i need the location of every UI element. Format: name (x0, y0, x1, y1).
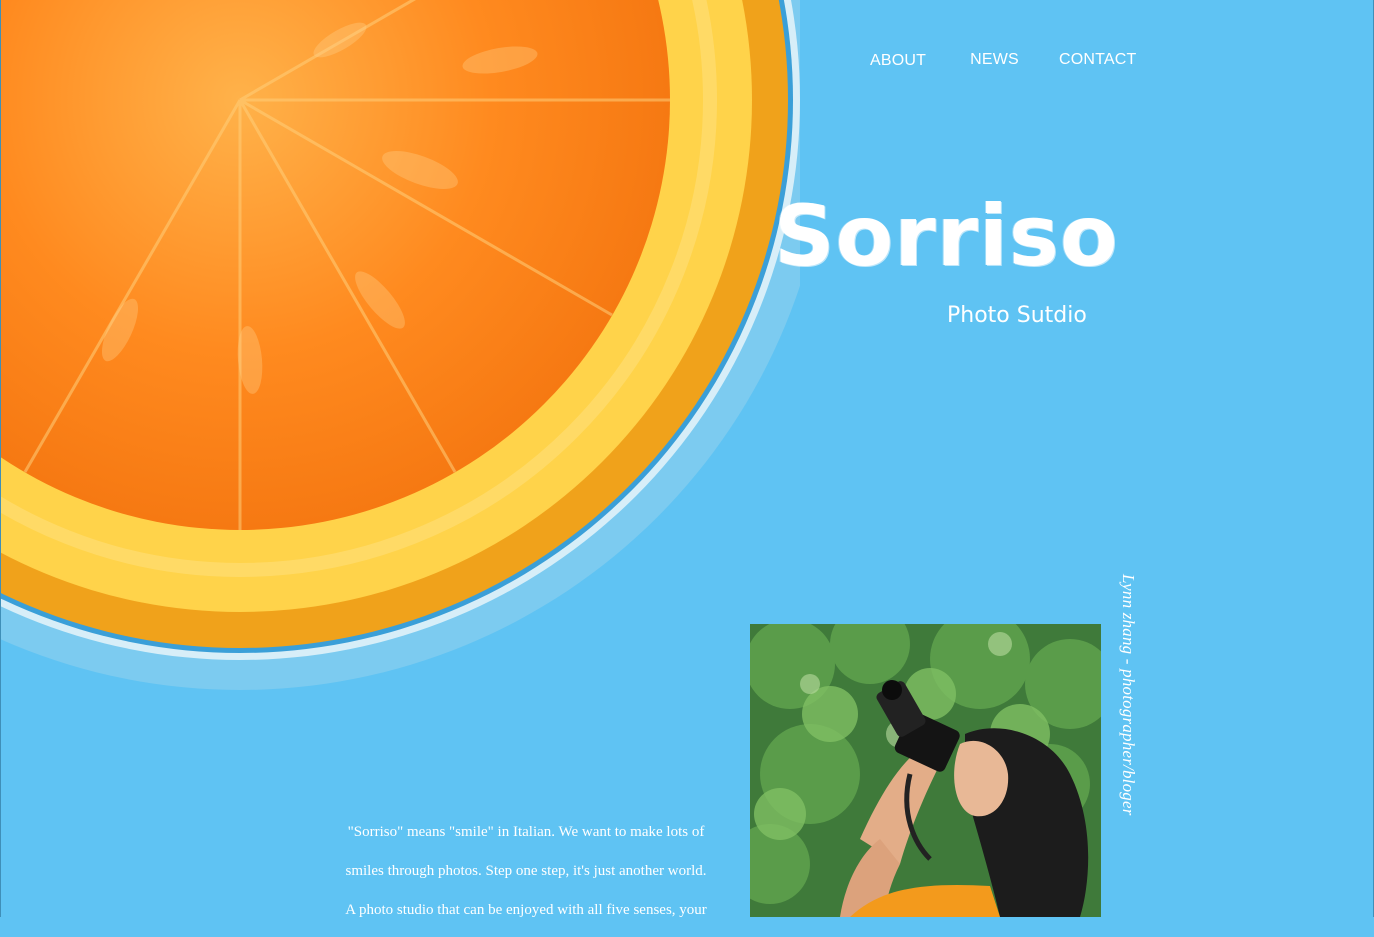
nav-about-link[interactable]: ABOUT (870, 52, 926, 70)
photographer-photo (750, 624, 1101, 917)
nav-news-link[interactable]: NEWS (970, 51, 1019, 69)
nav-contact-link[interactable]: CONTACT (1059, 51, 1137, 69)
main-nav: ABOUT NEWS CONTACT (870, 50, 1136, 70)
brand-subtitle: Photo Sutdio (947, 303, 1087, 328)
brand-title: Sorriso (774, 187, 1119, 285)
orange-slice-image (0, 0, 800, 700)
about-line: smiles through photos. Step one step, it… (345, 863, 707, 879)
about-paragraph: "Sorriso" means "smile" in Italian. We w… (336, 820, 716, 937)
about-line: A photo studio that can be enjoyed with … (345, 902, 707, 918)
about-line: "Sorriso" means "smile" in Italian. We w… (347, 824, 705, 840)
photographer-credit: Lynn zhang - photographer/bloger (1119, 574, 1138, 816)
